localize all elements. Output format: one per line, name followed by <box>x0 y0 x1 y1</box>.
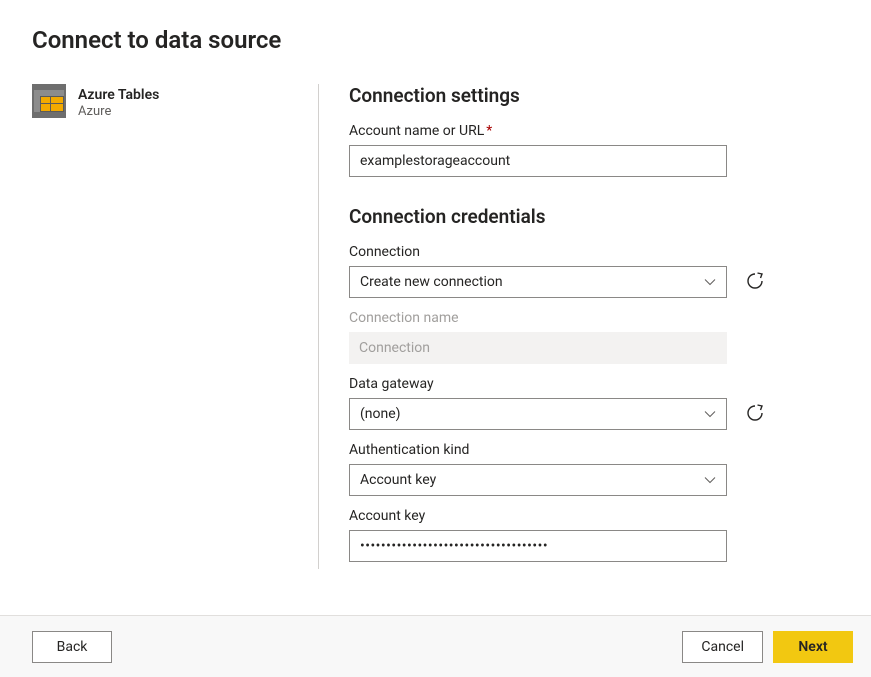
refresh-gateway-button[interactable] <box>743 402 767 426</box>
section-connection-credentials: Connection credentials <box>349 205 839 228</box>
connector-summary: Azure Tables Azure <box>32 84 159 121</box>
next-button[interactable]: Next <box>773 631 853 663</box>
chevron-down-icon <box>704 474 716 486</box>
connection-select[interactable]: Create new connection <box>349 266 727 298</box>
connection-name-input: Connection <box>349 332 727 364</box>
refresh-connection-button[interactable] <box>743 270 767 294</box>
data-gateway-select[interactable]: (none) <box>349 398 727 430</box>
account-key-input[interactable] <box>349 530 727 562</box>
footer-bar: Back Cancel Next <box>0 615 871 677</box>
connector-title: Azure Tables <box>78 86 159 104</box>
chevron-down-icon <box>704 276 716 288</box>
connection-name-label: Connection name <box>349 310 839 326</box>
data-gateway-label: Data gateway <box>349 376 839 392</box>
account-key-label: Account key <box>349 508 839 524</box>
refresh-icon <box>745 403 765 426</box>
chevron-down-icon <box>704 408 716 420</box>
cancel-button[interactable]: Cancel <box>682 631 763 663</box>
required-mark: * <box>486 123 492 139</box>
account-name-label: Account name or URL* <box>349 123 839 139</box>
section-connection-settings: Connection settings <box>349 84 839 107</box>
connection-select-value: Create new connection <box>360 274 503 290</box>
back-button[interactable]: Back <box>32 631 112 663</box>
auth-kind-select-value: Account key <box>360 472 436 488</box>
refresh-icon <box>745 271 765 294</box>
data-gateway-select-value: (none) <box>360 406 401 422</box>
page-title: Connect to data source <box>32 26 839 54</box>
connector-subtitle: Azure <box>78 104 159 121</box>
azure-tables-icon <box>32 84 66 118</box>
account-name-input[interactable] <box>349 145 727 177</box>
auth-kind-label: Authentication kind <box>349 442 839 458</box>
connection-label: Connection <box>349 244 839 260</box>
auth-kind-select[interactable]: Account key <box>349 464 727 496</box>
